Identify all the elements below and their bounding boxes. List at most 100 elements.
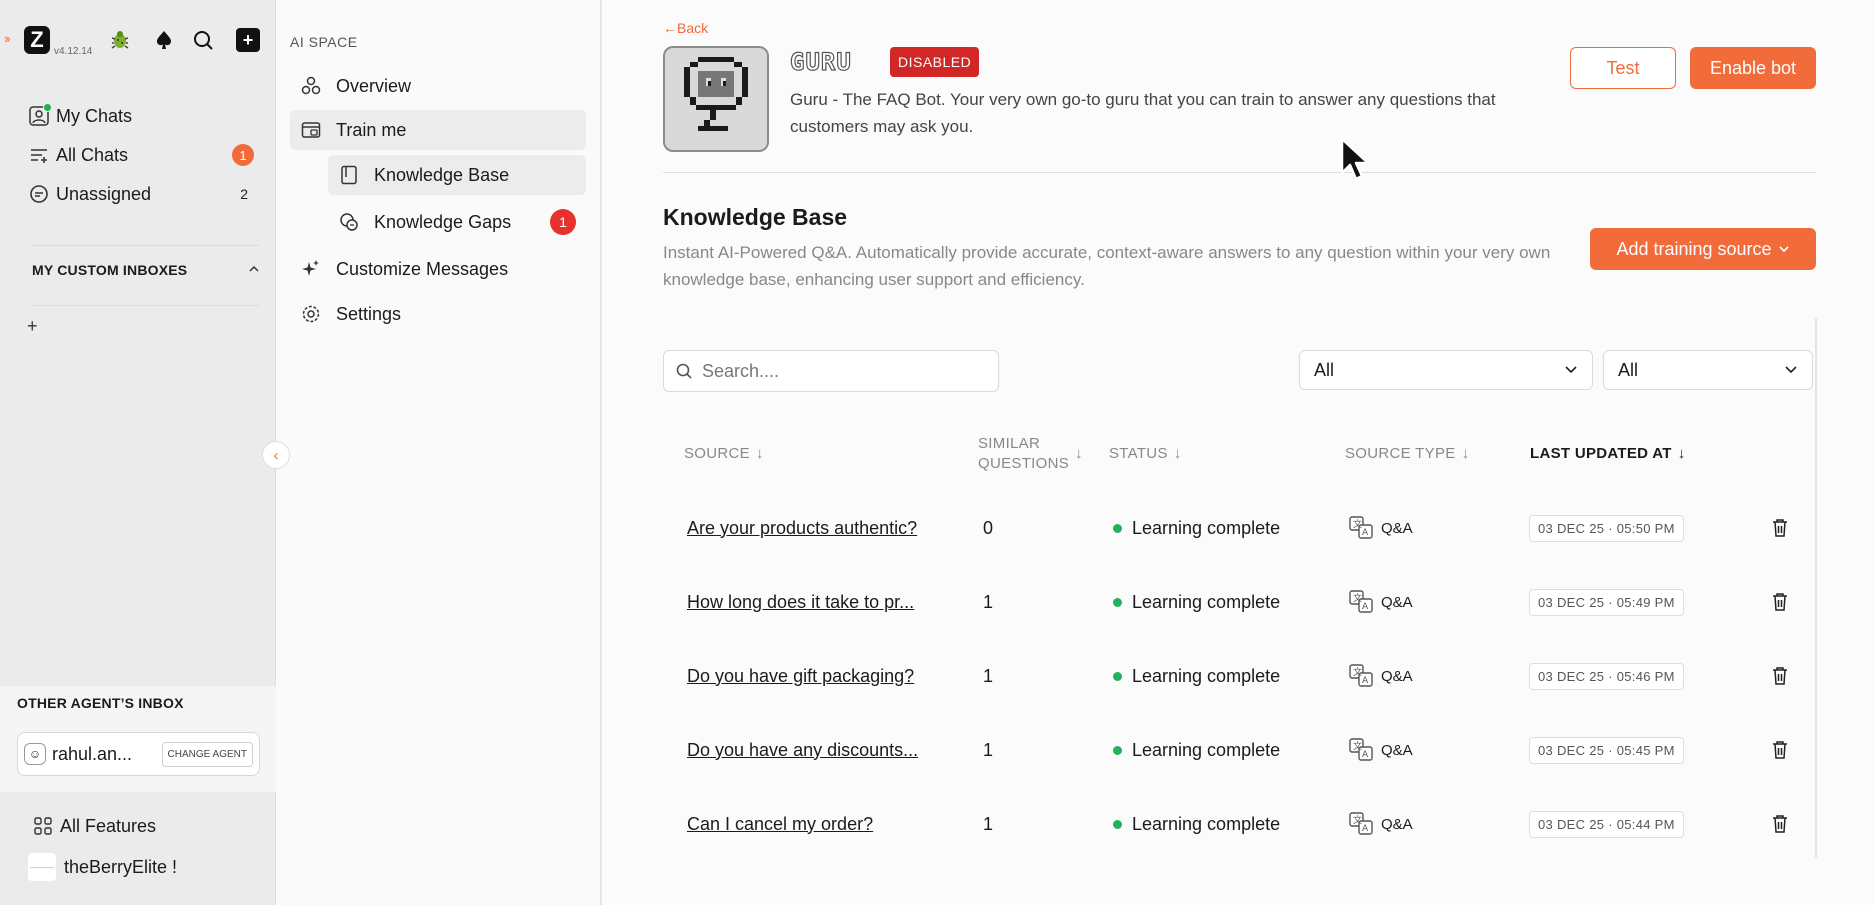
other-agent-inbox-title: OTHER AGENT’S INBOX — [17, 695, 184, 711]
add-training-source-button[interactable]: Add training source — [1590, 228, 1816, 270]
rail-item-all-chats[interactable]: All Chats 1 — [28, 140, 254, 170]
source-link[interactable]: Do you have gift packaging? — [687, 639, 937, 713]
bug-icon[interactable] — [108, 28, 132, 52]
sort-arrow-icon: ↓ — [1075, 445, 1083, 462]
custom-inboxes-title: MY CUSTOM INBOXES — [32, 262, 188, 278]
svg-text:A: A — [1362, 528, 1369, 538]
column-label-line: QUESTIONS — [978, 455, 1070, 472]
date-chip: 03 DEC 25 · 05:44 PM — [1529, 810, 1684, 838]
nav-label: Customize Messages — [336, 258, 509, 279]
nav-label: Overview — [336, 75, 412, 96]
source-type-cell: 文A Q&A — [1349, 713, 1413, 787]
source-type-cell: 文A Q&A — [1349, 639, 1413, 713]
delete-button[interactable] — [1771, 787, 1789, 861]
search-field[interactable] — [663, 350, 999, 392]
delete-button[interactable] — [1771, 639, 1789, 713]
status-cell: Learning complete — [1113, 565, 1280, 639]
rail-item-unassigned[interactable]: Unassigned 2 — [28, 179, 254, 209]
search-input[interactable] — [702, 360, 972, 382]
search-icon — [676, 363, 692, 379]
enable-bot-button[interactable]: Enable bot — [1690, 47, 1816, 89]
sparkle-icon — [300, 258, 322, 280]
knowledge-base-description: Instant AI-Powered Q&A. Automatically pr… — [663, 243, 1551, 289]
status-cell: Learning complete — [1113, 787, 1280, 861]
delete-button[interactable] — [1771, 713, 1789, 787]
svg-text:A: A — [1362, 602, 1369, 612]
source-link[interactable]: How long does it take to pr... — [687, 565, 937, 639]
delete-button[interactable] — [1771, 565, 1789, 639]
sort-arrow-icon: ↓ — [755, 445, 764, 462]
rail-item-my-chats[interactable]: My Chats — [28, 101, 254, 131]
sort-arrow-icon: ↓ — [1461, 445, 1470, 462]
filter-status-select[interactable]: All — [1299, 350, 1593, 390]
trash-icon — [1771, 592, 1789, 612]
source-link[interactable]: Do you have any discounts... — [687, 713, 937, 787]
source-link[interactable]: Can I cancel my order? — [687, 787, 937, 861]
filter-type-value: All — [1618, 359, 1639, 380]
qa-translate-icon: 文A — [1349, 516, 1375, 540]
spade-icon[interactable] — [152, 28, 176, 52]
svg-text:文: 文 — [1353, 592, 1362, 604]
nav-label: Knowledge Gaps — [374, 211, 512, 232]
sort-arrow-icon: ↓ — [1173, 445, 1182, 462]
nav-item-knowledge-gaps[interactable]: Knowledge Gaps 1 — [328, 202, 586, 242]
column-header-similar-questions[interactable]: SIMILAR QUESTIONS ↓ — [978, 434, 1083, 474]
rail-item-label: Unassigned — [56, 183, 152, 204]
delete-button[interactable] — [1771, 491, 1789, 565]
app-version: v4.12.14 — [54, 46, 93, 57]
change-agent-button[interactable]: CHANGE AGENT — [161, 741, 253, 767]
app-logo[interactable]: Z — [24, 26, 50, 54]
chevron-up-icon[interactable] — [248, 262, 260, 278]
date-chip: 03 DEC 25 · 05:50 PM — [1529, 514, 1684, 542]
qa-translate-icon: 文A — [1349, 738, 1375, 762]
trash-icon — [1771, 740, 1789, 760]
all-features-link[interactable]: All Features — [34, 811, 264, 841]
table-row[interactable]: How long does it take to pr... 1 Learnin… — [663, 565, 1816, 639]
custom-inboxes-header[interactable]: MY CUSTOM INBOXES — [32, 262, 260, 278]
agent-selector[interactable]: ☺ rahul.an... CHANGE AGENT — [17, 732, 260, 776]
table-row[interactable]: Do you have gift packaging? 1 Learning c… — [663, 639, 1816, 713]
nav-item-settings[interactable]: Settings — [290, 294, 586, 334]
source-type-cell: 文A Q&A — [1349, 491, 1413, 565]
nav-item-customize-messages[interactable]: Customize Messages — [290, 249, 586, 289]
nav-label: Settings — [336, 303, 402, 324]
compose-button[interactable]: + — [236, 28, 260, 52]
workspace-name: theBerryElite ! — [64, 856, 178, 877]
column-header-status[interactable]: STATUS ↓ — [1109, 444, 1182, 464]
sort-arrow-icon: ↓ — [1677, 445, 1686, 462]
table-row[interactable]: Can I cancel my order? 1 Learning comple… — [663, 787, 1816, 861]
source-type-text: Q&A — [1381, 741, 1413, 759]
expand-rail-icon[interactable]: ›› — [4, 31, 11, 46]
nav-item-overview[interactable]: Overview — [290, 66, 586, 106]
pixel-bot-icon — [684, 57, 748, 131]
nav-item-train-me[interactable]: Train me — [290, 110, 586, 150]
plus-icon: + — [236, 28, 260, 52]
column-label: SIMILAR QUESTIONS — [978, 434, 1069, 474]
filter-type-select[interactable]: All — [1603, 350, 1813, 390]
column-header-source[interactable]: SOURCE ↓ — [684, 444, 764, 464]
collapse-sidebar-button[interactable]: ‹ — [262, 441, 290, 469]
nav-item-knowledge-base[interactable]: Knowledge Base — [328, 155, 586, 195]
status-dot — [1113, 597, 1122, 607]
rail-toolbar: ›› Z v4.12.14 + — [0, 22, 276, 62]
table-row[interactable]: Do you have any discounts... 1 Learning … — [663, 713, 1816, 787]
divider — [32, 305, 260, 306]
overview-icon — [300, 75, 322, 97]
column-label: LAST UPDATED AT — [1530, 445, 1672, 462]
trash-icon — [1771, 666, 1789, 686]
table-row[interactable]: Are your products authentic? 0 Learning … — [663, 491, 1816, 565]
workspace-switcher[interactable]: ——— theBerryElite ! — [28, 852, 258, 882]
column-header-source-type[interactable]: SOURCE TYPE ↓ — [1345, 444, 1469, 464]
add-inbox-plus-icon[interactable]: + — [27, 316, 38, 337]
other-agent-inbox-panel: OTHER AGENT’S INBOX ☺ rahul.an... CHANGE… — [0, 686, 276, 792]
test-button[interactable]: Test — [1570, 47, 1676, 89]
train-icon — [300, 119, 322, 141]
column-header-last-updated[interactable]: LAST UPDATED AT ↓ — [1530, 444, 1686, 464]
source-link[interactable]: Are your products authentic? — [687, 491, 937, 565]
status-dot — [1113, 819, 1122, 829]
similar-count: 1 — [983, 739, 994, 760]
status-cell: Learning complete — [1113, 713, 1280, 787]
search-icon[interactable] — [191, 28, 215, 52]
column-label: STATUS — [1109, 445, 1168, 462]
back-link[interactable]: ←Back — [663, 20, 708, 36]
